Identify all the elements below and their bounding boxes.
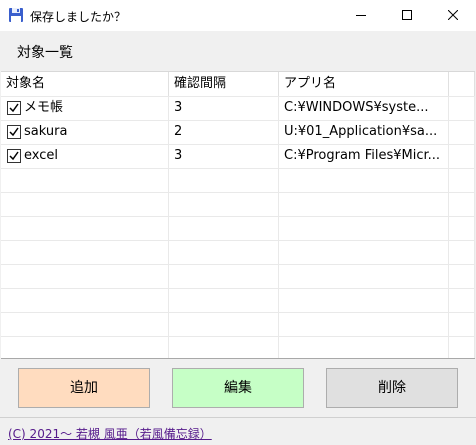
minimize-icon xyxy=(356,15,366,16)
filler-cell xyxy=(449,96,475,120)
column-header-filler xyxy=(449,72,475,96)
empty-row xyxy=(1,312,475,337)
target-name: メモ帳 xyxy=(24,100,64,115)
name-cell[interactable]: メモ帳 xyxy=(1,96,169,120)
row-checkbox[interactable] xyxy=(7,125,21,139)
name-cell[interactable]: excel xyxy=(1,144,169,168)
edit-button[interactable]: 編集 xyxy=(172,368,304,408)
name-cell[interactable]: sakura xyxy=(1,120,169,144)
target-list-grid[interactable]: 対象名 確認間隔 アプリ名 メモ帳 3 C:¥WINDOWS¥syste... … xyxy=(1,71,475,359)
window-title: 保存しましたか？ xyxy=(30,10,127,24)
header-row: 対象名 確認間隔 アプリ名 xyxy=(1,72,475,97)
row-checkbox[interactable] xyxy=(7,149,21,163)
section-label: 対象一覧 xyxy=(17,45,73,61)
app-cell[interactable]: U:¥01_Application¥sa... xyxy=(279,120,449,144)
delete-button[interactable]: 削除 xyxy=(326,368,458,408)
interval-cell[interactable]: 2 xyxy=(169,120,279,144)
table-row[interactable]: sakura 2 U:¥01_Application¥sa... xyxy=(1,120,475,145)
close-icon xyxy=(448,10,458,20)
empty-row xyxy=(1,168,475,193)
interval-cell[interactable]: 3 xyxy=(169,96,279,120)
empty-row xyxy=(1,192,475,217)
target-name: excel xyxy=(24,148,58,163)
empty-row xyxy=(1,216,475,241)
empty-row xyxy=(1,240,475,265)
empty-row xyxy=(1,264,475,289)
filler-cell xyxy=(449,120,475,144)
column-header-app[interactable]: アプリ名 xyxy=(279,72,449,96)
copyright-link[interactable]: (C) 2021～ 若槻 風亜（若風備忘録） xyxy=(8,425,212,442)
close-button[interactable] xyxy=(430,0,476,31)
checkmark-icon xyxy=(9,151,19,161)
empty-row xyxy=(1,336,475,358)
column-header-name[interactable]: 対象名 xyxy=(1,72,169,96)
filler-cell xyxy=(449,144,475,168)
app-cell[interactable]: C:¥Program Files¥Micr... xyxy=(279,144,449,168)
maximize-icon xyxy=(402,10,412,20)
empty-row xyxy=(1,288,475,313)
add-button[interactable]: 追加 xyxy=(18,368,150,408)
checkmark-icon xyxy=(9,127,19,137)
title-bar: 保存しましたか？ xyxy=(0,0,476,31)
minimize-button[interactable] xyxy=(338,0,384,31)
row-checkbox[interactable] xyxy=(7,101,21,115)
table-row[interactable]: excel 3 C:¥Program Files¥Micr... xyxy=(1,144,475,169)
save-disk-icon xyxy=(8,7,24,23)
interval-cell[interactable]: 3 xyxy=(169,144,279,168)
maximize-button[interactable] xyxy=(384,0,430,31)
table-row[interactable]: メモ帳 3 C:¥WINDOWS¥syste... xyxy=(1,96,475,121)
column-header-interval[interactable]: 確認間隔 xyxy=(169,72,279,96)
divider xyxy=(0,417,476,418)
checkmark-icon xyxy=(9,103,19,113)
app-cell[interactable]: C:¥WINDOWS¥syste... xyxy=(279,96,449,120)
target-name: sakura xyxy=(24,124,68,139)
